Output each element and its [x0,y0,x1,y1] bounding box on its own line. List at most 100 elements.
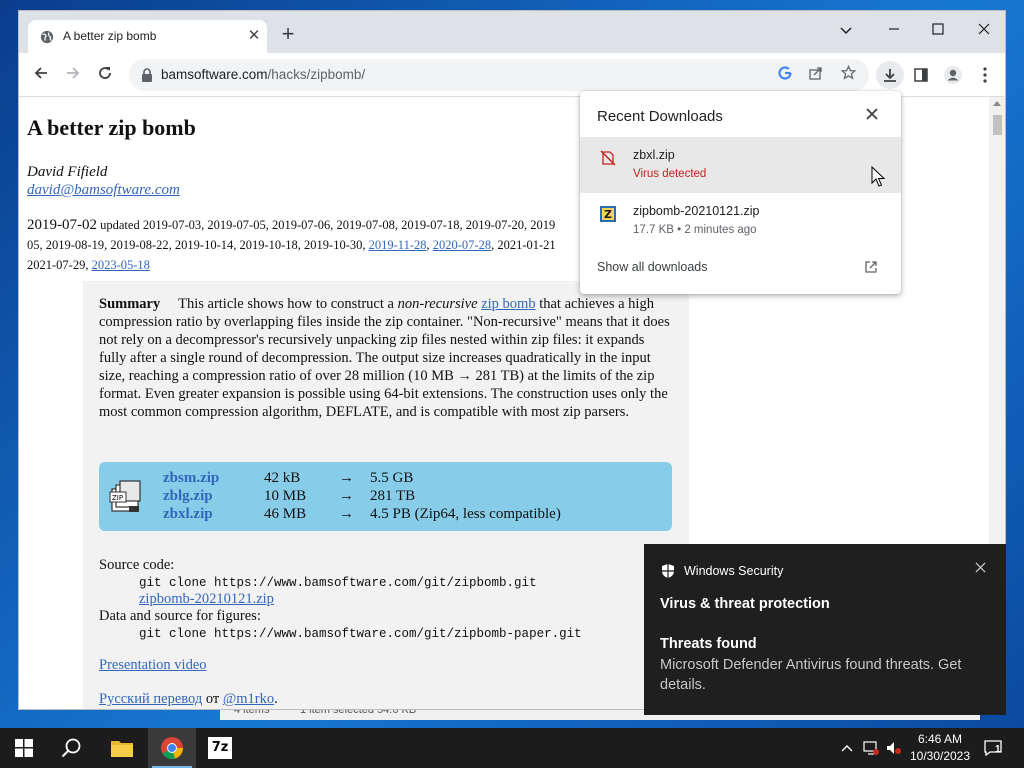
file-link-zblg[interactable]: zblg.zip [163,488,213,505]
notification-body: Microsoft Defender Antivirus found threa… [660,657,962,693]
updated-link-2023-05-18[interactable]: 2023-05-18 [92,258,150,272]
taskbar-chrome[interactable] [148,728,196,768]
share-icon[interactable] [805,64,827,86]
file-result: 4.5 PB (Zip64, less compatible) [370,506,561,522]
url-path: /hacks/zipbomb/ [267,67,366,82]
scroll-thumb[interactable] [993,115,1002,135]
side-panel-icon [914,68,928,82]
file-link-zbsm[interactable]: zbsm.zip [163,470,219,487]
downloads-close-button[interactable] [862,105,882,125]
arrow-right-icon [67,67,80,79]
updated-dates-2b: , 2021-01-21 [491,238,556,252]
clock-time: 6:46 AM [917,732,963,746]
tab-zipbomb[interactable]: A better zip bomb ✕ [28,20,267,53]
downloads-button[interactable] [876,61,904,89]
close-icon [974,562,986,573]
side-panel-button[interactable] [909,63,933,87]
svg-text:Z: Z [604,208,612,221]
translator-link[interactable]: @m1rko [223,691,274,707]
notification-heading: Virus & threat protection [660,596,830,612]
download-status: Virus detected [633,168,707,180]
downloads-bubble: Recent Downloads zbxl.zip Virus detected… [580,91,901,294]
url-host: bamsoftware.com [161,67,268,82]
show-hidden-icons[interactable] [838,728,858,768]
source-zip-link[interactable]: zipbomb-20210121.zip [139,591,274,607]
start-button[interactable] [0,728,48,768]
zip-archive-icon: ZIP [109,480,141,512]
author-name: David Fifield [27,164,108,180]
windows-security-notification[interactable]: Windows Security Virus & threat protecti… [644,544,1006,715]
blocked-file-icon [600,150,616,166]
external-link-icon[interactable] [864,260,878,274]
close-window-button[interactable] [969,17,999,45]
lock-icon [142,68,152,82]
summary-text: Summary This article shows how to constr… [99,295,673,421]
clock-date: 10/30/2023 [909,749,971,763]
globe-icon [40,30,54,44]
file-result: 281 TB [370,488,416,504]
folder-icon [111,741,133,757]
updated-dates-3: 2021-07-29, [27,258,92,272]
profile-button[interactable] [941,63,965,87]
page-title: A better zip bomb [27,115,196,140]
search-button[interactable] [48,728,96,768]
maximize-button[interactable] [923,17,953,45]
author-block: David Fifield david@bamsoftware.com [27,163,180,199]
avatar-icon [944,66,962,84]
file-size: 42 kB [264,470,301,486]
star-icon[interactable] [837,64,859,86]
author-email-link[interactable]: david@bamsoftware.com [27,182,180,198]
menu-button[interactable] [973,63,997,87]
summary-box: Summary This article shows how to constr… [83,281,689,709]
notification-close-button[interactable] [972,560,988,576]
period: . [274,691,278,707]
mouse-cursor-icon [871,166,885,187]
show-all-downloads-link[interactable]: Show all downloads [597,260,708,274]
svg-text:ZIP: ZIP [112,494,123,502]
search-icon [61,738,81,758]
network-icon [863,741,879,755]
russian-translation-link[interactable]: Русский перевод [99,691,202,707]
tab-title: A better zip bomb [63,29,157,43]
speaker-muted-icon [887,742,901,754]
reload-button[interactable] [93,63,117,87]
file-link-zbxl[interactable]: zbxl.zip [163,506,213,523]
zip-bomb-link[interactable]: zip bomb [481,296,535,312]
volume-tray[interactable] [884,728,904,768]
translation-by: от [202,691,223,707]
shield-icon [662,564,674,578]
new-tab-button[interactable]: + [277,23,299,46]
system-clock[interactable]: 6:46 AM 10/30/2023 [906,731,974,765]
google-lens-icon[interactable] [774,64,796,86]
address-bar[interactable]: bamsoftware.com/hacks/zipbomb/ [129,59,869,91]
presentation-video-link[interactable]: Presentation video [99,657,207,673]
zip-file-icon: Z [600,206,616,222]
updated-link-2020-07-28[interactable]: 2020-07-28 [433,238,491,252]
taskbar-file-explorer[interactable] [98,728,146,768]
forward-button[interactable] [61,63,85,87]
minimize-icon [889,28,899,30]
scroll-up-arrow[interactable] [993,101,1001,106]
summary-label: Summary [99,296,161,312]
source-code-label: Source code: [99,557,175,573]
network-tray[interactable] [861,728,881,768]
back-button[interactable] [29,63,53,87]
close-icon [978,23,990,35]
downloads-title: Recent Downloads [597,108,723,125]
download-item-zipbomb[interactable]: Z zipbomb-20210121.zip 17.7 KB • 2 minut… [580,193,901,249]
summary-emphasis: non-recursive [397,296,478,312]
taskbar-7zip[interactable]: 7z [197,728,245,768]
close-icon[interactable]: ✕ [244,26,264,46]
data-source-label: Data and source for figures: [99,608,261,624]
file-size: 10 MB [264,488,307,504]
tab-search-button[interactable] [831,17,861,45]
updated-link-2019-11-28[interactable]: 2019-11-28 [369,238,427,252]
action-center-button[interactable]: 1 [980,728,1024,768]
download-item-zbxl[interactable]: zbxl.zip Virus detected [580,137,901,193]
chevron-down-icon [840,27,852,35]
notification-subheading: Threats found [660,636,757,652]
minimize-button[interactable] [879,17,909,45]
7zip-icon: 7z [208,737,232,759]
data-clone-command: git clone https://www.bamsoftware.com/gi… [139,627,582,641]
arrow: → [339,470,354,486]
